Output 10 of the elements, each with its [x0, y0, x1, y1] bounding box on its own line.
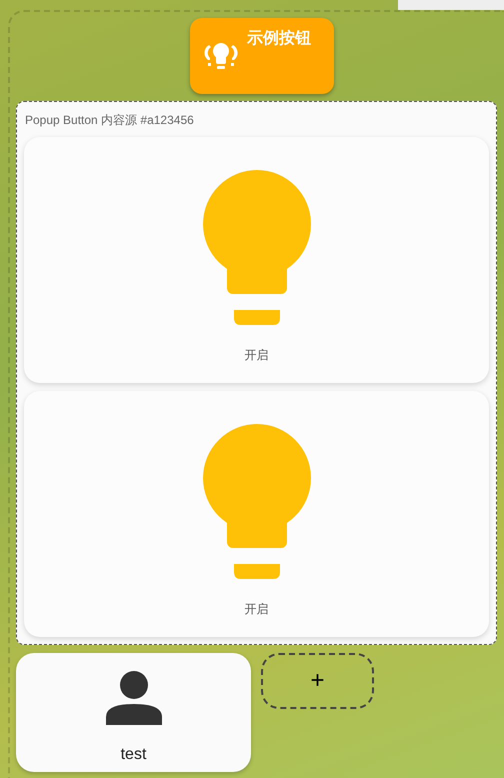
state-label: 开启	[244, 347, 268, 364]
state-label: 开启	[244, 601, 268, 618]
add-button[interactable]: +	[261, 653, 374, 709]
person-name: test	[120, 745, 146, 765]
person-card[interactable]: test	[16, 653, 251, 772]
person-icon	[106, 671, 162, 725]
lightbulb-group-icon	[204, 40, 238, 72]
light-card[interactable]: 开启	[24, 391, 489, 637]
light-card[interactable]: 开启	[24, 137, 489, 383]
popup-title: Popup Button 内容源 #a123456	[25, 112, 195, 129]
